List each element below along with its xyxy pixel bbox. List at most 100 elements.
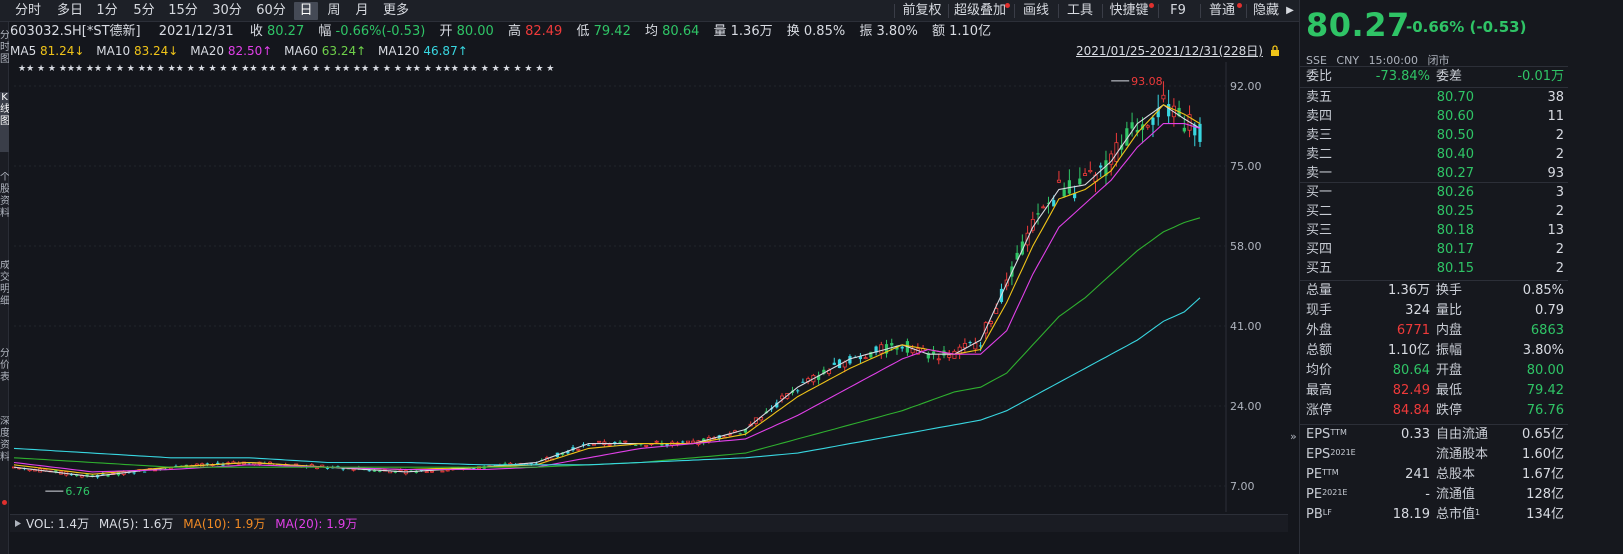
stat-value: 1.36万: [1388, 283, 1430, 298]
close-label: 收: [249, 24, 263, 39]
period-tab-1min[interactable]: 1分: [94, 2, 120, 20]
period-tab-15min[interactable]: 15分: [166, 2, 200, 20]
candle-body: [597, 440, 602, 443]
vtab-deep-data[interactable]: 深度资料: [0, 416, 9, 488]
toolbar-divider: [948, 4, 949, 18]
vtab-kline[interactable]: K线图: [0, 92, 9, 152]
stat-label: 总量: [1306, 283, 1333, 298]
candle-body: [1036, 213, 1040, 215]
y-tick-label: 24.00: [1230, 400, 1262, 413]
vtab-intraday[interactable]: 分时图: [0, 30, 9, 78]
period-tab-intraday[interactable]: 分时: [12, 2, 44, 20]
bid-price: 80.26: [1436, 185, 1474, 200]
bid-qty: 13: [1547, 223, 1564, 238]
fund-value: 0.65亿: [1522, 427, 1564, 442]
candle-body: [440, 470, 445, 473]
toolbar-divider: [1102, 4, 1103, 18]
lock-icon[interactable]: [1270, 45, 1280, 57]
tools-button[interactable]: 工具: [1064, 2, 1096, 20]
ma20-label[interactable]: MA20: [190, 44, 224, 58]
bid-qty: 2: [1555, 261, 1564, 276]
super-overlay-button[interactable]: 超级叠加: [952, 2, 1008, 20]
notification-dot: [2, 500, 7, 505]
volume-indicator-bar: VOL: 1.4万 MA(5): 1.6万 MA(10): 1.9万 MA(20…: [10, 514, 1288, 532]
candle-body: [445, 469, 450, 472]
stat-label: 均价: [1306, 363, 1333, 378]
vol-value: VOL: 1.4万: [26, 517, 90, 531]
ma-line-ma10: [13, 104, 1201, 475]
period-tab-week[interactable]: 周: [324, 2, 344, 20]
normal-mode-button[interactable]: 普通: [1206, 2, 1238, 20]
swing-label: 振: [859, 24, 873, 39]
ma120-value: 46.87↑: [423, 44, 468, 58]
candle-body: [424, 471, 429, 473]
date-range-link[interactable]: 2021/01/25-2021/12/31(228日): [1076, 43, 1263, 59]
period-tab-month[interactable]: 月: [352, 2, 372, 20]
stat-label: 现手: [1306, 303, 1333, 318]
draw-line-button[interactable]: 画线: [1020, 2, 1052, 20]
bid-qty: 2: [1555, 242, 1564, 257]
f9-button[interactable]: F9: [1164, 2, 1192, 20]
stat-value: 6863: [1530, 323, 1564, 338]
bid-label: 买二: [1306, 204, 1333, 219]
stat-value: 84.84: [1392, 403, 1430, 418]
candle-body: [989, 321, 994, 324]
period-tab-multiday[interactable]: 多日: [54, 2, 86, 20]
candle-body: [1078, 178, 1082, 185]
hide-button[interactable]: 隐藏: [1250, 2, 1282, 20]
candle-body: [587, 445, 591, 447]
toolbar-divider: [894, 4, 895, 18]
stat-label: 量比: [1436, 303, 1463, 318]
fund-label: PE2021E: [1306, 487, 1348, 502]
ask-price: 80.60: [1436, 109, 1474, 124]
stat-label: 换手: [1436, 283, 1463, 298]
candle-body: [205, 463, 209, 465]
candle-body: [398, 469, 403, 472]
y-tick-label: 7.00: [1230, 480, 1255, 493]
stat-value: 82.49: [1392, 383, 1430, 398]
vtab-profile[interactable]: 个股资料: [0, 172, 9, 244]
period-tab-day[interactable]: 日: [294, 2, 318, 20]
vtab-price-table[interactable]: 分价表: [0, 348, 9, 402]
fund-value: 134亿: [1526, 507, 1564, 522]
stat-value: 79.42: [1526, 383, 1564, 398]
vtab-trades[interactable]: 成交明细: [0, 260, 9, 332]
toolbar-divider: [1058, 4, 1059, 18]
stat-label: 跌停: [1436, 403, 1463, 418]
fund-label: 流通股本: [1436, 447, 1489, 462]
fund-value: 128亿: [1526, 487, 1564, 502]
ma60-label[interactable]: MA60: [284, 44, 318, 58]
period-tab-30min[interactable]: 30分: [210, 2, 244, 20]
indicator-caret-icon[interactable]: [14, 519, 22, 528]
stat-value: 324: [1405, 303, 1430, 318]
period-tab-60min[interactable]: 60分: [254, 2, 288, 20]
candle-body: [351, 468, 356, 471]
candle-body: [1198, 123, 1202, 142]
fund-value: 241: [1405, 467, 1430, 482]
ma10-value: 83.24↓: [133, 44, 179, 58]
shortcut-button[interactable]: 快捷键: [1108, 2, 1150, 20]
stat-value: 0.85%: [1522, 283, 1564, 298]
period-tab-5min[interactable]: 5分: [130, 2, 158, 20]
stat-label: 开盘: [1436, 363, 1463, 378]
kline-chart[interactable]: ★★ ★ ★ ★★★ ★★ ★ ★ ★ ★★ ★ ★★ ★ ★ ★ ★ ★ ★★…: [10, 62, 1288, 512]
ma120-label[interactable]: MA120: [378, 44, 419, 58]
ma-legend-row: MA5 81.24↓ MA10 83.24↓ MA20 82.50↑ MA60 …: [10, 43, 468, 59]
candle-body: [315, 467, 320, 470]
collapse-arrow-icon[interactable]: ▶: [1284, 2, 1296, 20]
ask-price: 80.40: [1436, 147, 1474, 162]
volume-value: 1.36万: [730, 24, 773, 39]
stat-value: 76.76: [1526, 403, 1564, 418]
stat-label: 内盘: [1436, 323, 1463, 338]
candle-body: [890, 343, 894, 346]
fund-label: EPS2021E: [1306, 447, 1356, 462]
ma10-label[interactable]: MA10: [96, 44, 130, 58]
bid-price: 80.25: [1436, 204, 1474, 219]
quote-panel: 80.27 -0.66% (-0.53) SSE CNY 15:00:00 闭市…: [1299, 0, 1623, 554]
ask-label: 卖一: [1306, 166, 1333, 181]
period-tab-more[interactable]: 更多: [380, 2, 412, 20]
candle-body: [738, 433, 742, 435]
ma5-label[interactable]: MA5: [10, 44, 36, 58]
adjust-forward-button[interactable]: 前复权: [900, 2, 944, 20]
swing-value: 3.80%: [876, 24, 918, 39]
